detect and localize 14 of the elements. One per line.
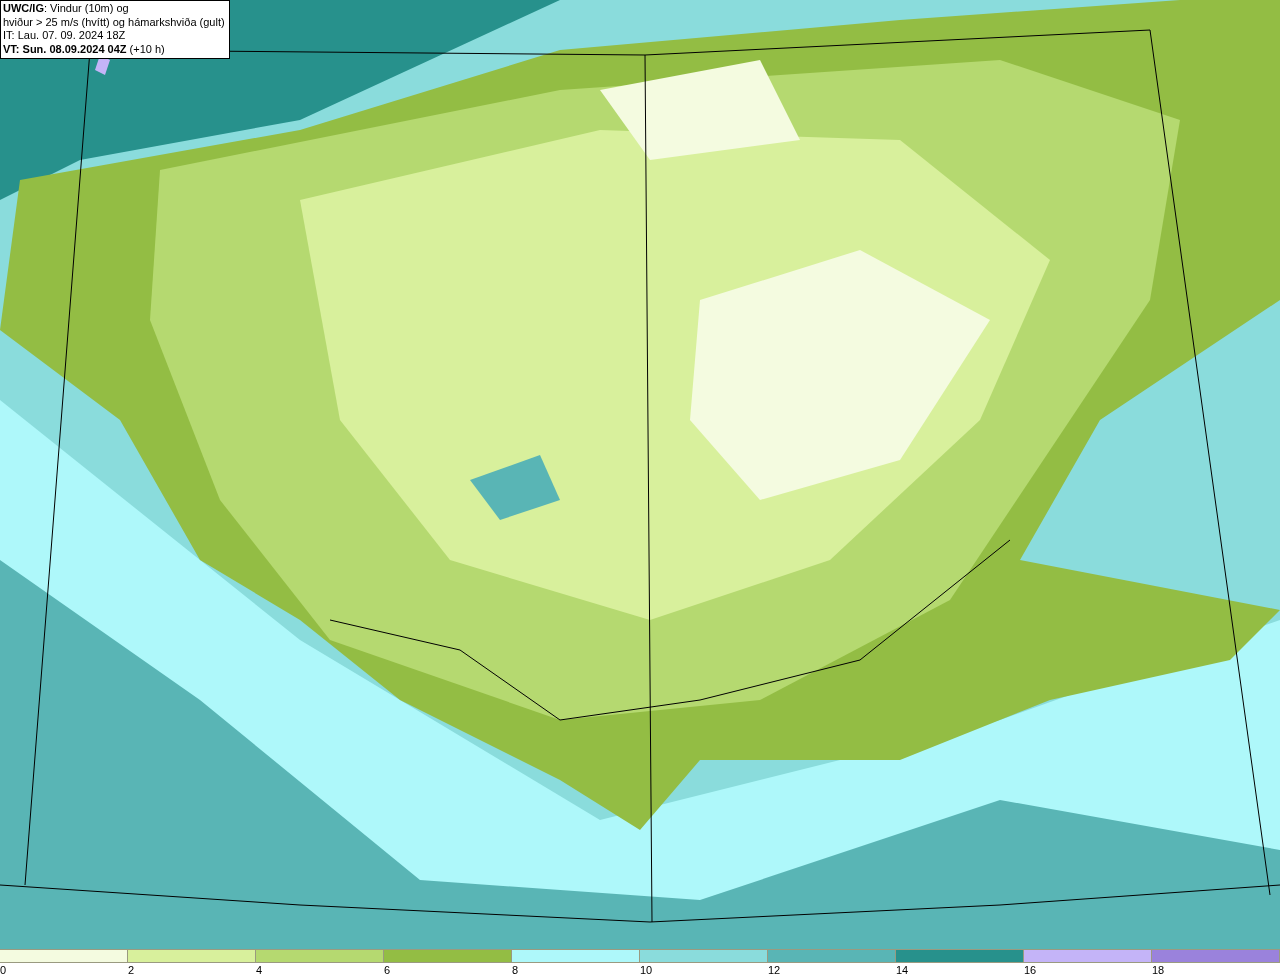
title-line: IT: Lau. 07. 09. 2024 18Z bbox=[3, 29, 127, 43]
title-line: hviður > 25 m/s (hvítt) og hámarkshviða (gult) bbox=[3, 15, 225, 29]
legend-label: 16 bbox=[1024, 964, 1037, 976]
legend-label: 6 bbox=[384, 964, 391, 976]
legend-label: 2 bbox=[128, 964, 135, 976]
title-line: UWC/IG: Vindur (10m) og bbox=[3, 2, 130, 16]
legend-label: 8 bbox=[512, 964, 519, 976]
legend-label: 18 bbox=[1152, 964, 1165, 976]
legend-label: 12 bbox=[768, 964, 781, 976]
legend-label: 4 bbox=[256, 964, 263, 976]
legend-label: 10 bbox=[640, 964, 653, 976]
legend-label: 14 bbox=[896, 964, 909, 976]
title-line: VT: Sun. 08.09.2024 04Z (+10 h) bbox=[3, 42, 166, 56]
legend-label: 0 bbox=[0, 964, 7, 976]
